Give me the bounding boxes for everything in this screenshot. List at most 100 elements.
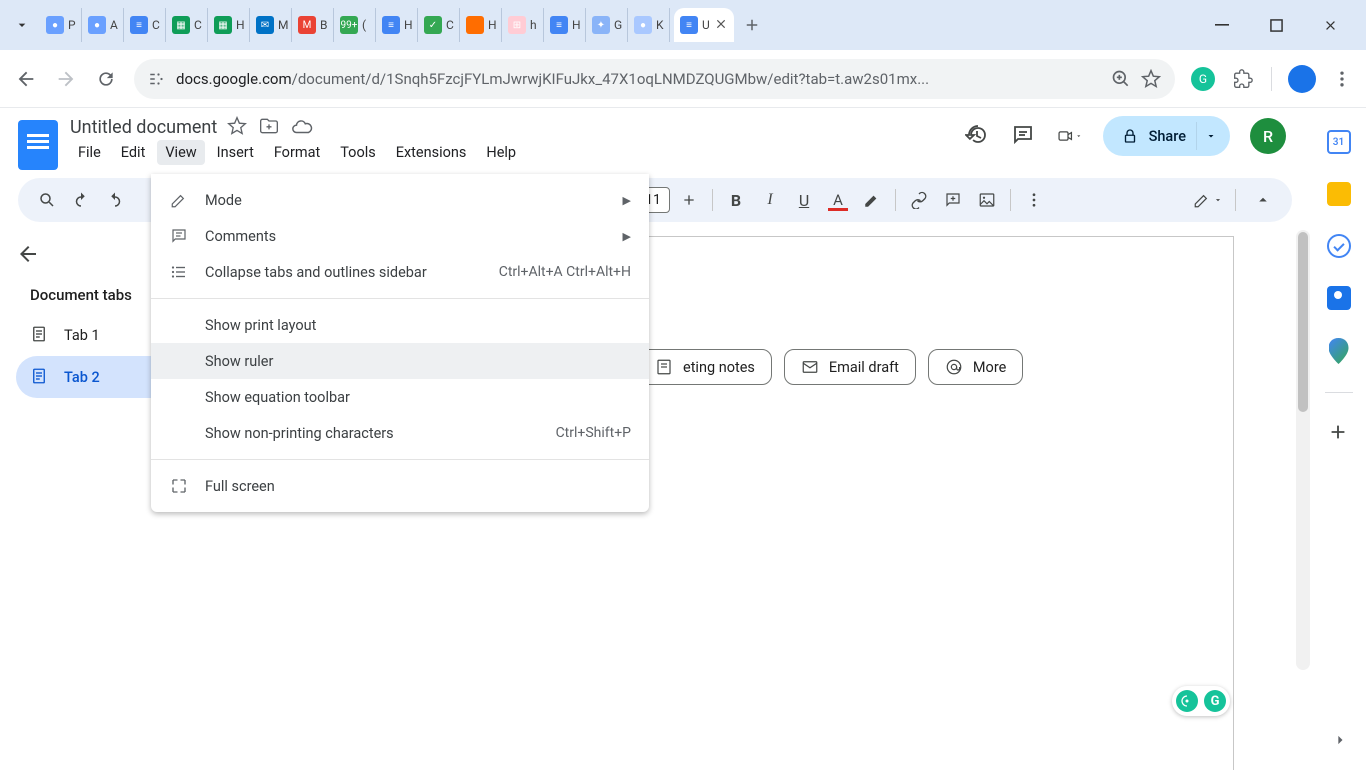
tasks-icon[interactable] <box>1327 234 1351 258</box>
chrome-menu-icon[interactable] <box>1332 69 1352 89</box>
nav-back-button[interactable] <box>14 67 38 91</box>
browser-tab[interactable]: 99+( <box>334 8 376 42</box>
browser-tab[interactable]: ⊞h <box>502 8 544 42</box>
hide-side-panel-icon[interactable] <box>1330 730 1350 750</box>
meet-icon[interactable] <box>1057 123 1083 149</box>
move-folder-icon[interactable] <box>259 116 281 138</box>
browser-tab-label: C <box>446 18 454 32</box>
redo-icon[interactable] <box>100 185 130 215</box>
browser-tab[interactable]: MB <box>292 8 334 42</box>
maps-icon[interactable] <box>1329 338 1349 364</box>
highlight-icon[interactable] <box>857 185 887 215</box>
star-icon[interactable] <box>227 116 249 138</box>
menu-item-comments[interactable]: Comments▶ <box>151 218 649 254</box>
calendar-icon[interactable] <box>1327 130 1351 154</box>
browser-tab[interactable]: ▦C <box>166 8 208 42</box>
template-chip[interactable]: More <box>928 349 1023 385</box>
browser-tab[interactable]: ✉M <box>250 8 292 42</box>
zoom-icon[interactable] <box>1111 69 1131 89</box>
menu-item-label: Collapse tabs and outlines sidebar <box>205 264 483 281</box>
panel-back-button[interactable] <box>16 242 46 272</box>
tab-favicon: 99+ <box>340 16 358 34</box>
menu-item-mode[interactable]: Mode▶ <box>151 182 649 218</box>
menu-tools[interactable]: Tools <box>332 140 384 165</box>
url-bar[interactable]: docs.google.com/document/d/1Snqh5FzcjFYL… <box>134 59 1175 99</box>
chrome-profile-avatar[interactable] <box>1288 65 1316 93</box>
menu-item-show-print-layout[interactable]: Show print layout <box>151 307 649 343</box>
get-addons-icon[interactable] <box>1327 421 1351 445</box>
menu-item-show-ruler[interactable]: Show ruler <box>151 343 649 379</box>
menu-item-show-non-printing-characters[interactable]: Show non-printing charactersCtrl+Shift+P <box>151 415 649 451</box>
italic-icon[interactable]: I <box>755 185 785 215</box>
menu-format[interactable]: Format <box>266 140 328 165</box>
menu-insert[interactable]: Insert <box>209 140 262 165</box>
collapse-toolbar-icon[interactable] <box>1248 185 1278 215</box>
browser-tab[interactable]: ●K <box>628 8 670 42</box>
browser-tab[interactable]: ●A <box>82 8 124 42</box>
history-icon[interactable] <box>965 123 991 149</box>
browser-tab[interactable]: ▦H <box>208 8 250 42</box>
browser-tab[interactable]: H <box>460 8 502 42</box>
add-comment-icon[interactable] <box>938 185 968 215</box>
browser-tab[interactable]: ≡H <box>544 8 586 42</box>
extensions-icon[interactable] <box>1231 67 1255 91</box>
account-avatar[interactable]: R <box>1250 118 1286 154</box>
insert-link-icon[interactable] <box>904 185 934 215</box>
menu-edit[interactable]: Edit <box>113 140 154 165</box>
chip-label: More <box>973 359 1006 376</box>
browser-tab[interactable]: ✦G <box>586 8 628 42</box>
scrollbar[interactable] <box>1296 230 1310 670</box>
menu-shortcut: Ctrl+Alt+A Ctrl+Alt+H <box>499 264 631 280</box>
insert-image-icon[interactable] <box>972 185 1002 215</box>
window-close-button[interactable] <box>1312 10 1348 40</box>
contacts-icon[interactable] <box>1327 286 1351 310</box>
menu-item-show-equation-toolbar[interactable]: Show equation toolbar <box>151 379 649 415</box>
menu-item-collapse-tabs-and-outlines-sidebar[interactable]: Collapse tabs and outlines sidebar Ctrl+A… <box>151 254 649 290</box>
comments-icon[interactable] <box>1011 123 1037 149</box>
increase-font-icon[interactable] <box>674 185 704 215</box>
keep-icon[interactable] <box>1327 182 1351 206</box>
document-title[interactable]: Untitled document <box>70 117 217 138</box>
more-toolbar-icon[interactable] <box>1019 185 1049 215</box>
text-color-icon[interactable]: A <box>823 185 853 215</box>
tab-search-dropdown[interactable] <box>8 11 36 39</box>
grammarly-widget[interactable]: G <box>1172 686 1230 716</box>
undo-icon[interactable] <box>66 185 96 215</box>
editing-mode-icon[interactable] <box>1193 185 1223 215</box>
browser-tab[interactable]: ≡C <box>124 8 166 42</box>
menu-file[interactable]: File <box>70 140 109 165</box>
menu-item-full-screen[interactable]: Full screen <box>151 468 649 504</box>
underline-icon[interactable]: U <box>789 185 819 215</box>
browser-tab-active[interactable]: ≡ U <box>674 8 734 42</box>
template-chip[interactable]: eting notes <box>638 349 772 385</box>
window-maximize-button[interactable] <box>1258 10 1294 40</box>
doc-tab-label: Tab 1 <box>64 327 100 344</box>
template-chip[interactable]: Email draft <box>784 349 916 385</box>
bookmark-star-icon[interactable] <box>1141 69 1161 89</box>
menu-extensions[interactable]: Extensions <box>388 140 475 165</box>
blank-icon <box>169 351 189 371</box>
share-button[interactable]: Share <box>1103 116 1230 156</box>
menu-help[interactable]: Help <box>478 140 524 165</box>
search-menus-icon[interactable] <box>32 185 62 215</box>
chip-label: Email draft <box>829 359 899 376</box>
window-minimize-button[interactable] <box>1204 10 1240 40</box>
browser-tab[interactable]: ●P <box>40 8 82 42</box>
scrollbar-thumb[interactable] <box>1298 232 1308 412</box>
bold-icon[interactable]: B <box>721 185 751 215</box>
grammarly-ext-icon[interactable]: G <box>1191 67 1215 91</box>
new-tab-button[interactable] <box>738 11 766 39</box>
browser-tab[interactable]: ≡H <box>376 8 418 42</box>
menu-view[interactable]: View <box>157 140 204 165</box>
close-tab-icon[interactable] <box>714 17 728 33</box>
docs-logo-icon[interactable] <box>18 120 58 170</box>
site-settings-icon[interactable] <box>148 70 166 88</box>
lock-icon <box>1121 127 1139 145</box>
cloud-status-icon[interactable] <box>291 116 313 138</box>
nav-forward-button[interactable] <box>54 67 78 91</box>
nav-reload-button[interactable] <box>94 67 118 91</box>
menu-item-label: Comments <box>205 228 607 245</box>
browser-tab-label: H <box>488 18 497 32</box>
browser-tab[interactable]: ✓C <box>418 8 460 42</box>
share-dropdown-caret[interactable] <box>1196 122 1224 150</box>
